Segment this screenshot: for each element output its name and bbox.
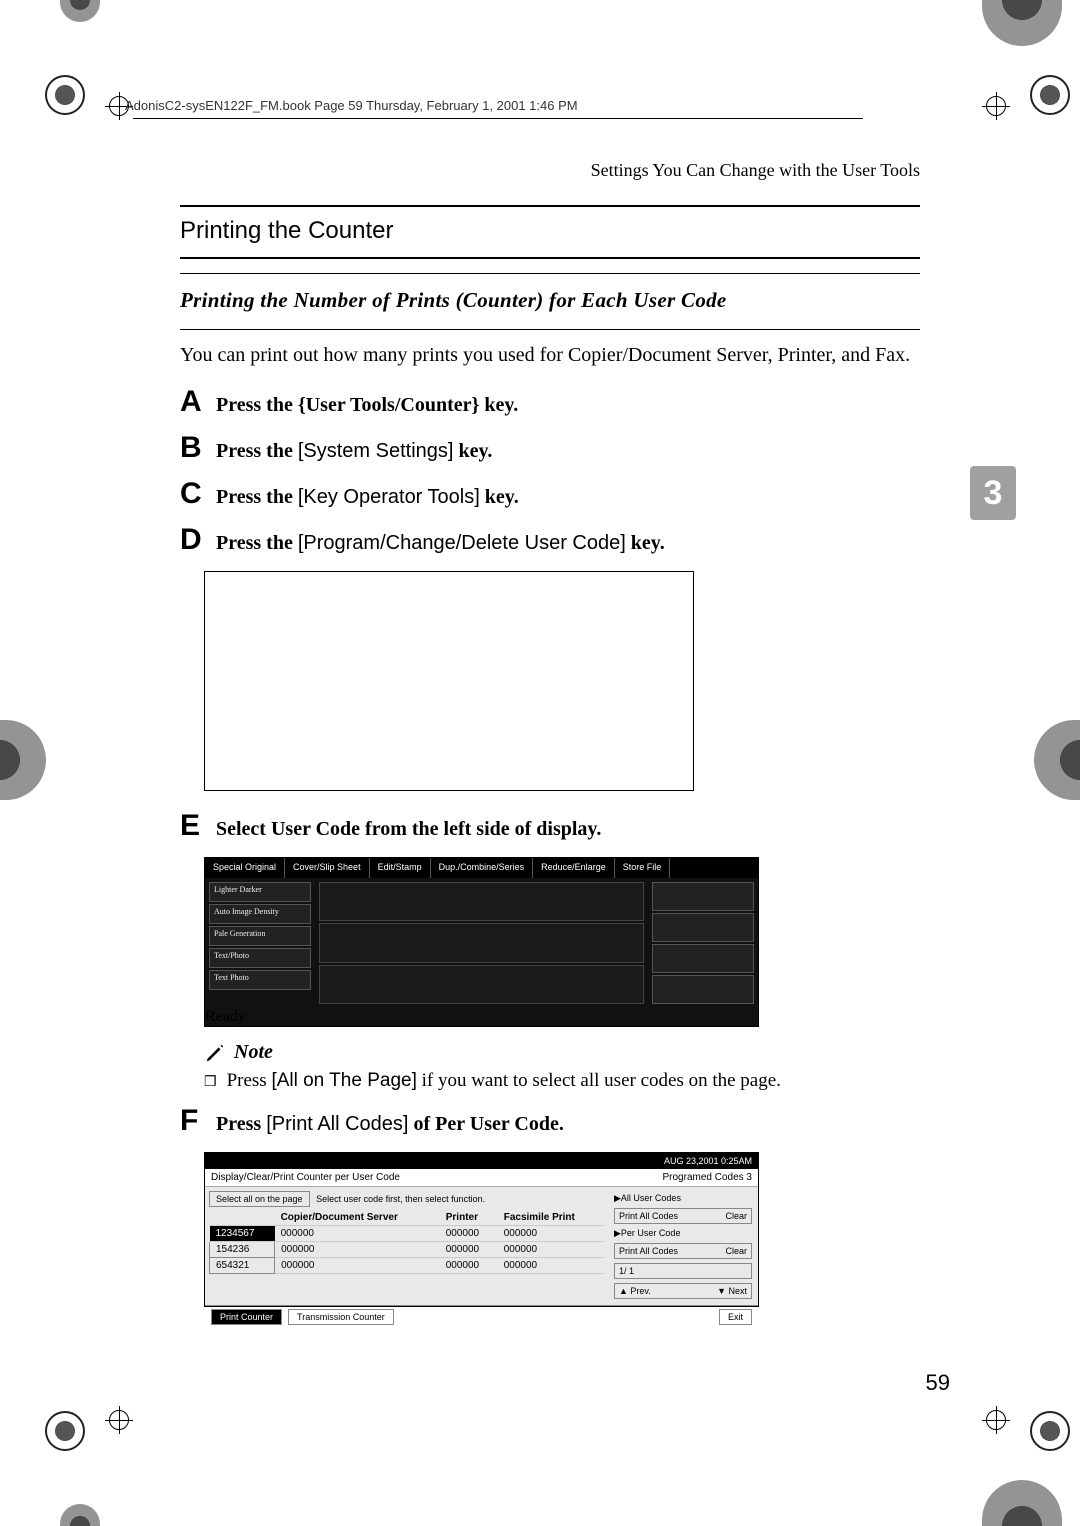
note-label: Note: [234, 1041, 273, 1064]
transmission-tab: Transmission Counter: [288, 1309, 394, 1325]
note-header: Note: [204, 1041, 920, 1064]
step-a-btn: {User Tools/Counter}: [298, 394, 480, 416]
section-title: Printing the Counter: [180, 213, 920, 251]
row-c: 000000: [275, 1226, 440, 1242]
book-header: AdonisC2-sysEN122F_FM.book Page 59 Thurs…: [125, 98, 1080, 128]
left-btn: Text Photo: [209, 970, 311, 990]
row-c: 000000: [275, 1258, 440, 1274]
all-codes-label: ▶All User Codes: [614, 1193, 752, 1204]
pencil-icon: [204, 1042, 226, 1064]
chapter-tab: 3: [970, 466, 1016, 520]
tab: Cover/Slip Sheet: [285, 858, 370, 878]
step-d-pre: Press the: [216, 532, 298, 554]
tab: Store File: [615, 858, 671, 878]
tab: Dup./Combine/Series: [431, 858, 534, 878]
ss2-instruction: Select user code first, then select func…: [316, 1194, 485, 1204]
row-code: 654321: [210, 1258, 275, 1274]
note-bullet: ❒: [204, 1074, 217, 1092]
row-p: 000000: [440, 1242, 498, 1258]
step-c-btn: [Key Operator Tools]: [298, 486, 480, 508]
row-code: 154236: [210, 1242, 275, 1258]
ss2-programed: Programed Codes 3: [663, 1172, 753, 1183]
print-all-btn2: Print All Codes: [619, 1246, 678, 1256]
step-a-pre: Press the: [216, 394, 293, 416]
step-b-btn: [System Settings]: [298, 440, 454, 462]
page-number: 59: [926, 1370, 950, 1396]
note-btn: [All on The Page]: [271, 1070, 416, 1091]
tab: Edit/Stamp: [370, 858, 431, 878]
clear-btn: Clear: [725, 1211, 747, 1221]
left-btn: Text/Photo: [209, 948, 311, 968]
ss2-time: AUG 23,2001 0:25AM: [664, 1156, 752, 1166]
row-f: 000000: [498, 1258, 604, 1274]
tab: Reduce/Enlarge: [533, 858, 615, 878]
step-f-pre: Press: [216, 1113, 266, 1135]
exit-btn: Exit: [719, 1309, 752, 1325]
select-all-btn: Select all on the page: [209, 1191, 310, 1207]
step-f-post: of Per User Code.: [413, 1113, 563, 1135]
clear-btn2: Clear: [725, 1246, 747, 1256]
tab: Special Original: [205, 858, 285, 878]
step-f-btn: [Print All Codes]: [266, 1113, 408, 1135]
step-e-text: Select User Code from the left side of d…: [216, 818, 601, 840]
print-counter-tab: Print Counter: [211, 1309, 282, 1325]
screenshot-copier-panel: Special Original Cover/Slip Sheet Edit/S…: [204, 857, 759, 1027]
col-fax: Facsimile Print: [498, 1210, 604, 1226]
counter-table: Copier/Document Server Printer Facsimile…: [209, 1210, 604, 1274]
step-b-post: key.: [458, 440, 492, 462]
step-letter-f: F: [180, 1106, 208, 1136]
col-copier: Copier/Document Server: [275, 1210, 440, 1226]
col-printer: Printer: [440, 1210, 498, 1226]
note-body: ❒ Press [All on The Page] if you want to…: [204, 1070, 920, 1092]
left-btn: Pale Generation: [209, 926, 311, 946]
ready-label: Ready: [205, 1008, 758, 1026]
step-b: B Press the [System Settings] key.: [180, 433, 920, 463]
left-btn: Lighter Darker: [209, 882, 311, 902]
page-indicator: 1/ 1: [619, 1266, 634, 1276]
step-d-post: key.: [631, 532, 665, 554]
step-letter-a: A: [180, 387, 208, 417]
step-c-pre: Press the: [216, 486, 298, 508]
row-f: 000000: [498, 1226, 604, 1242]
step-letter-e: E: [180, 811, 208, 841]
step-c-post: key.: [485, 486, 519, 508]
step-e: E Select User Code from the left side of…: [180, 811, 920, 841]
placeholder-image: [204, 571, 694, 791]
step-letter-b: B: [180, 433, 208, 463]
next-btn: ▼ Next: [717, 1286, 747, 1296]
step-d: D Press the [Program/Change/Delete User …: [180, 525, 920, 555]
step-a: A Press the {User Tools/Counter} key.: [180, 387, 920, 417]
row-code: 1234567: [210, 1226, 275, 1242]
running-head: Settings You Can Change with the User To…: [180, 160, 920, 181]
per-code-label: ▶Per User Code: [614, 1228, 752, 1239]
row-f: 000000: [498, 1242, 604, 1258]
note-post: if you want to select all user codes on …: [422, 1070, 781, 1091]
step-b-pre: Press the: [216, 440, 298, 462]
ss2-title: Display/Clear/Print Counter per User Cod…: [211, 1172, 400, 1183]
step-letter-c: C: [180, 479, 208, 509]
row-c: 000000: [275, 1242, 440, 1258]
step-a-post: key.: [484, 394, 518, 416]
book-header-text: AdonisC2-sysEN122F_FM.book Page 59 Thurs…: [125, 98, 578, 113]
step-letter-d: D: [180, 525, 208, 555]
step-c: C Press the [Key Operator Tools] key.: [180, 479, 920, 509]
step-d-btn: [Program/Change/Delete User Code]: [298, 532, 626, 554]
screenshot-counter-panel: AUG 23,2001 0:25AM Display/Clear/Print C…: [204, 1152, 759, 1307]
print-all-btn: Print All Codes: [619, 1211, 678, 1221]
row-p: 000000: [440, 1258, 498, 1274]
prev-btn: ▲ Prev.: [619, 1286, 651, 1296]
subsection-title: Printing the Number of Prints (Counter) …: [180, 278, 920, 325]
intro-text: You can print out how many prints you us…: [180, 342, 920, 369]
left-btn: Auto Image Density: [209, 904, 311, 924]
row-p: 000000: [440, 1226, 498, 1242]
step-f: F Press [Print All Codes] of Per User Co…: [180, 1106, 920, 1136]
page-content: Settings You Can Change with the User To…: [180, 160, 920, 1321]
note-pre: Press: [227, 1070, 272, 1091]
